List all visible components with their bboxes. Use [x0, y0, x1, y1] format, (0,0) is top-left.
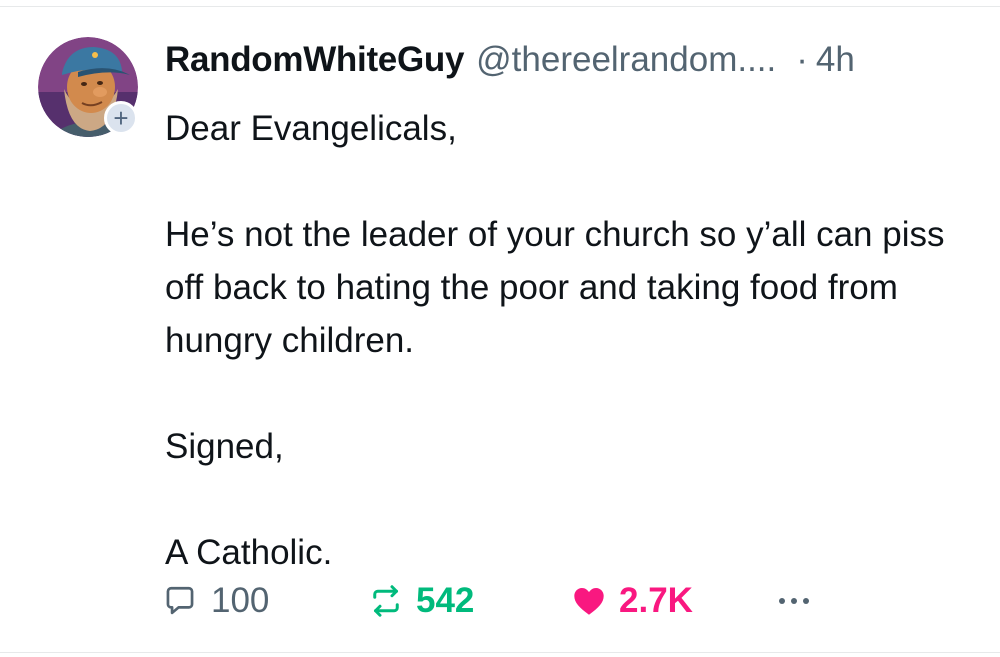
more-options-button[interactable] — [774, 578, 814, 624]
separator-dot: · — [796, 40, 808, 79]
like-count: 2.7K — [619, 581, 693, 620]
top-divider — [0, 6, 1000, 7]
heart-icon — [574, 587, 604, 615]
tweet-timestamp[interactable]: 4h — [816, 40, 855, 80]
like-button[interactable]: 2.7K — [571, 578, 693, 624]
repost-button[interactable]: 542 — [368, 578, 474, 624]
follow-plus-icon[interactable]: + — [104, 101, 138, 135]
avatar-container[interactable]: + — [38, 37, 138, 137]
tweet-line-signature: A Catholic. — [165, 533, 333, 572]
tweet-line-signed: Signed, — [165, 427, 284, 466]
tweet-header: RandomWhiteGuy @thereelrandom.... · 4h — [165, 40, 855, 82]
tweet-line-greeting: Dear Evangelicals, — [165, 109, 457, 148]
reply-count: 100 — [211, 581, 270, 620]
reply-icon — [166, 586, 194, 615]
repost-icon — [373, 585, 399, 617]
more-icon — [779, 598, 809, 604]
repost-count: 542 — [416, 581, 475, 620]
reply-button[interactable]: 100 — [163, 578, 269, 624]
tweet-line-message: He’s not the leader of your church so y’… — [165, 215, 945, 360]
author-display-name[interactable]: RandomWhiteGuy — [165, 40, 464, 80]
author-handle[interactable]: @thereelrandom.... — [476, 40, 776, 80]
tweet-actions: 100 542 2.7K — [0, 578, 1000, 624]
tweet-text: Dear Evangelicals, He’s not the leader o… — [165, 102, 965, 579]
bottom-divider — [0, 652, 1000, 653]
